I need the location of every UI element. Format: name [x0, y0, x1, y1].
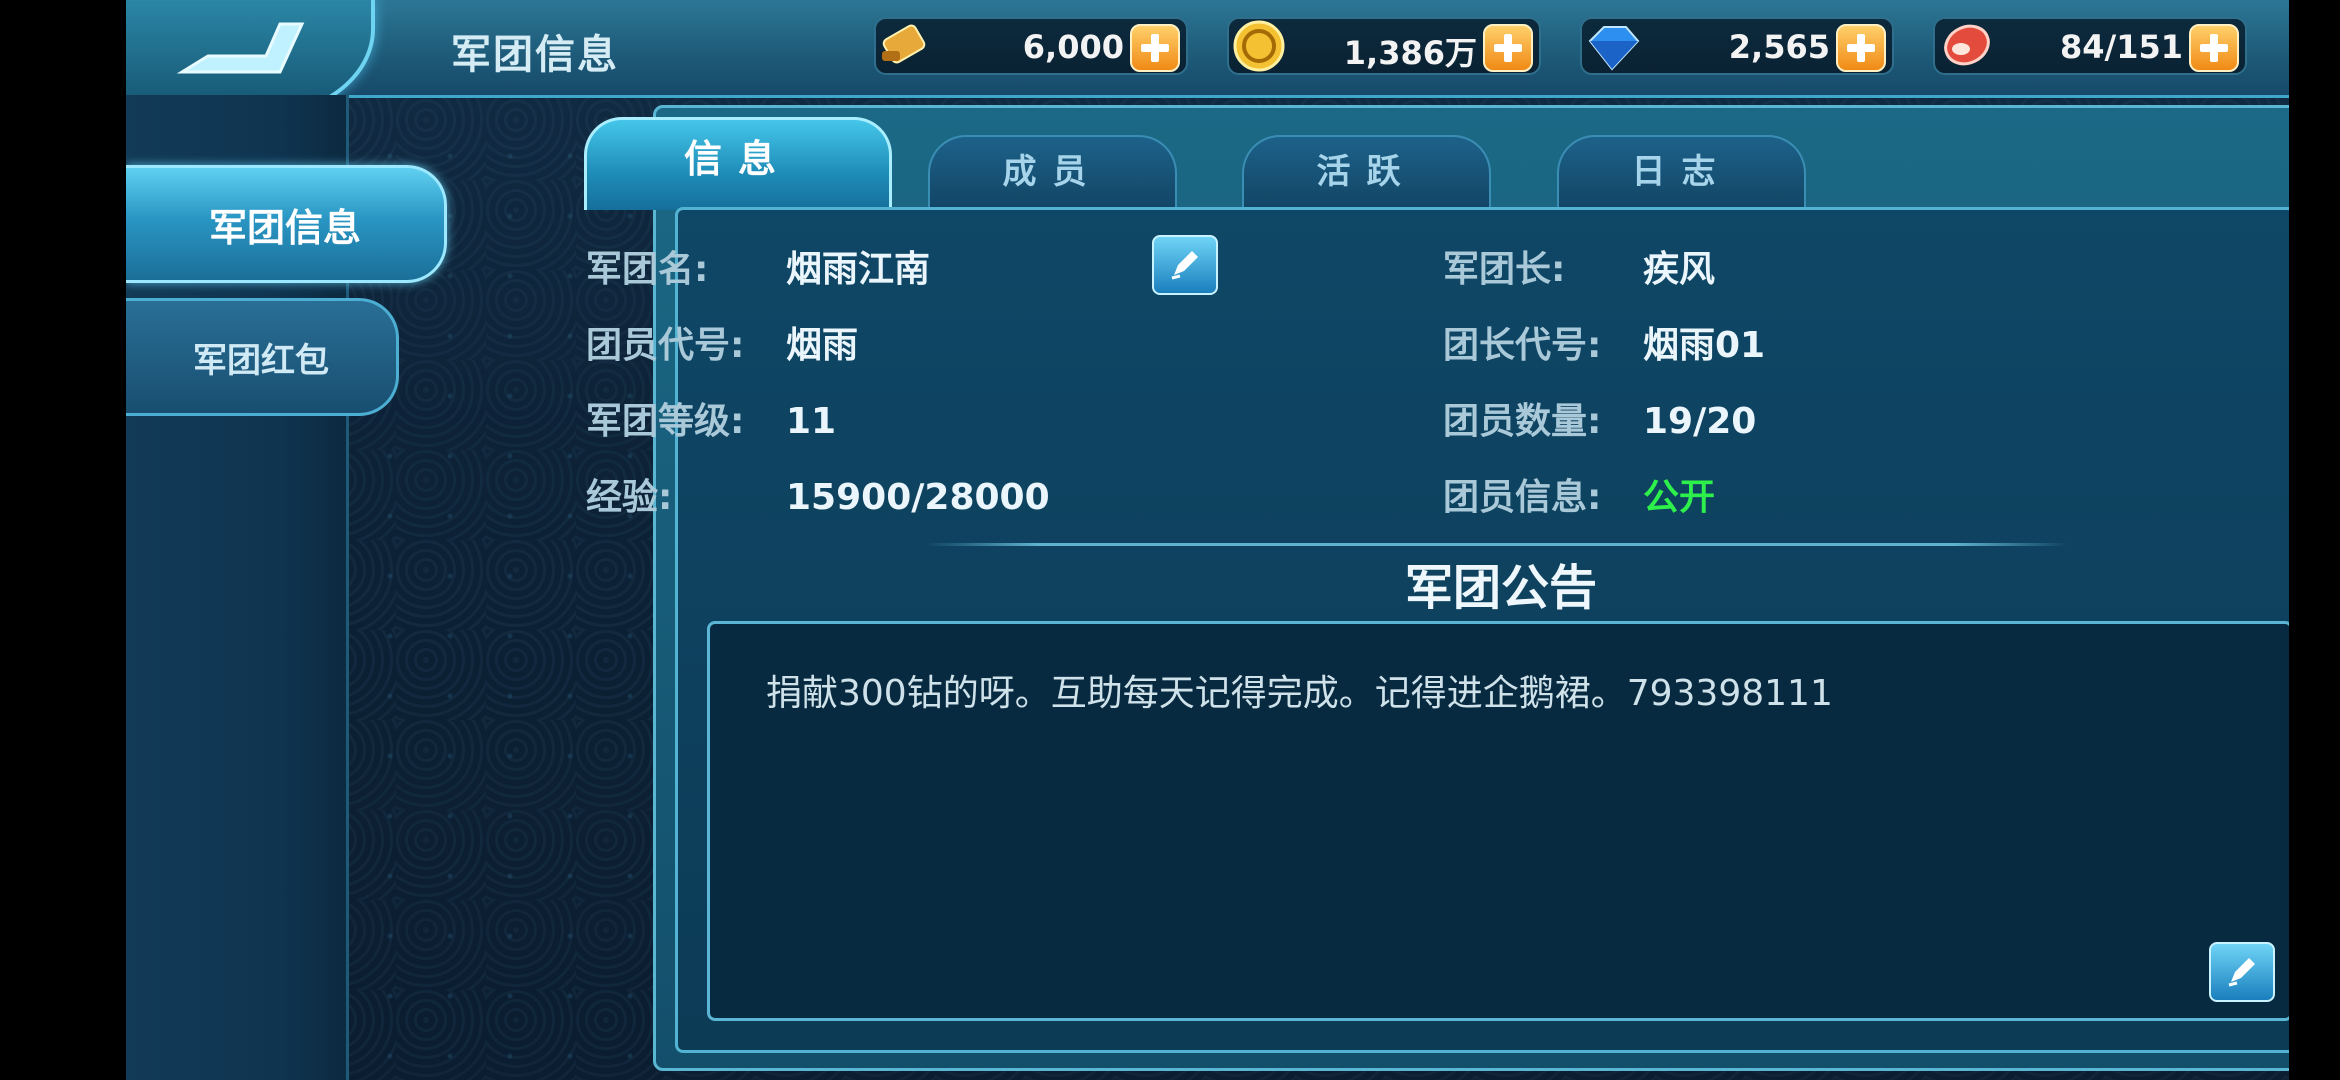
info-row-member-count: 团员数量: 19/20 — [1443, 392, 1756, 444]
resource-value: 84/151 — [2059, 28, 2183, 66]
resource-value: 2,565 — [1728, 28, 1830, 66]
gold-scroll-icon — [882, 24, 926, 64]
tab-log[interactable]: 日志 — [1557, 135, 1806, 209]
experience-value: 15900/28000 — [786, 477, 1050, 518]
resource-value: 6,000 — [1022, 28, 1124, 66]
member-code-value: 烟雨 — [786, 325, 859, 366]
legion-level-value: 11 — [786, 401, 837, 442]
leader-code-value: 烟雨01 — [1643, 325, 1766, 366]
info-label: 军团长: — [1443, 249, 1566, 290]
info-row-member-visibility: 团员信息: 公开 — [1443, 468, 1715, 520]
info-label: 团长代号: — [1443, 325, 1602, 366]
add-diamond-button[interactable] — [1836, 24, 1886, 72]
edit-legion-name-button[interactable] — [1152, 235, 1218, 295]
page-title: 军团信息 — [451, 32, 619, 78]
tab-members[interactable]: 成员 — [928, 135, 1177, 209]
pencil-icon — [1171, 251, 1198, 280]
member-visibility-value: 公开 — [1643, 477, 1716, 518]
tab-activity[interactable]: 活跃 — [1242, 135, 1491, 209]
legion-name-value: 烟雨江南 — [786, 249, 931, 290]
gold-coin-icon — [1233, 20, 1285, 72]
info-row-leader-code: 团长代号: 烟雨01 — [1443, 316, 1765, 368]
info-row-legion-name: 军团名: 烟雨江南 — [586, 240, 930, 292]
member-count-value: 19/20 — [1643, 401, 1757, 442]
game-screen: 军团信息 6,000 1,386万 2,565 84/151 军团信息 军团红包… — [126, 0, 2289, 1080]
edit-notice-button[interactable] — [2209, 942, 2275, 1002]
add-stamina-button[interactable] — [2189, 24, 2239, 72]
notice-text: 捐献300钻的呀。互助每天记得完成。记得进企鹅裙。793398111 — [766, 673, 1833, 714]
info-row-leader: 军团长: 疾风 — [1443, 240, 1715, 292]
diamond-icon — [1588, 26, 1640, 71]
back-arrow-icon — [176, 22, 305, 74]
resource-value: 1,386万 — [1343, 34, 1477, 72]
info-label: 团员信息: — [1443, 477, 1602, 518]
resource-diamond: 2,565 — [1580, 17, 1894, 75]
info-row-member-code: 团员代号: 烟雨 — [586, 316, 858, 368]
info-row-experience: 经验: 15900/28000 — [586, 468, 1050, 520]
sidebar-item-legion-info[interactable]: 军团信息 — [126, 165, 447, 283]
info-label: 团员数量: — [1443, 401, 1602, 442]
tab-info[interactable]: 信息 — [584, 117, 892, 210]
info-label: 军团名: — [586, 249, 709, 290]
section-divider — [926, 543, 2068, 546]
info-label: 经验: — [586, 477, 673, 518]
info-row-legion-level: 军团等级: 11 — [586, 392, 836, 444]
resource-coin: 1,386万 — [1227, 17, 1541, 75]
top-bar: 军团信息 6,000 1,386万 2,565 84/151 — [126, 0, 2289, 119]
info-label: 团员代号: — [586, 325, 745, 366]
notice-title: 军团公告 — [1404, 560, 1597, 616]
add-scroll-button[interactable] — [1130, 24, 1180, 72]
pencil-icon — [2228, 958, 2255, 987]
resource-scroll: 6,000 — [874, 17, 1188, 75]
meat-stamina-icon — [1944, 24, 1990, 66]
info-label: 军团等级: — [586, 401, 745, 442]
add-coin-button[interactable] — [1483, 24, 1533, 72]
leader-value: 疾风 — [1643, 249, 1716, 290]
sidebar-item-legion-red-packet[interactable]: 军团红包 — [126, 298, 399, 416]
resource-stamina: 84/151 — [1933, 17, 2247, 75]
